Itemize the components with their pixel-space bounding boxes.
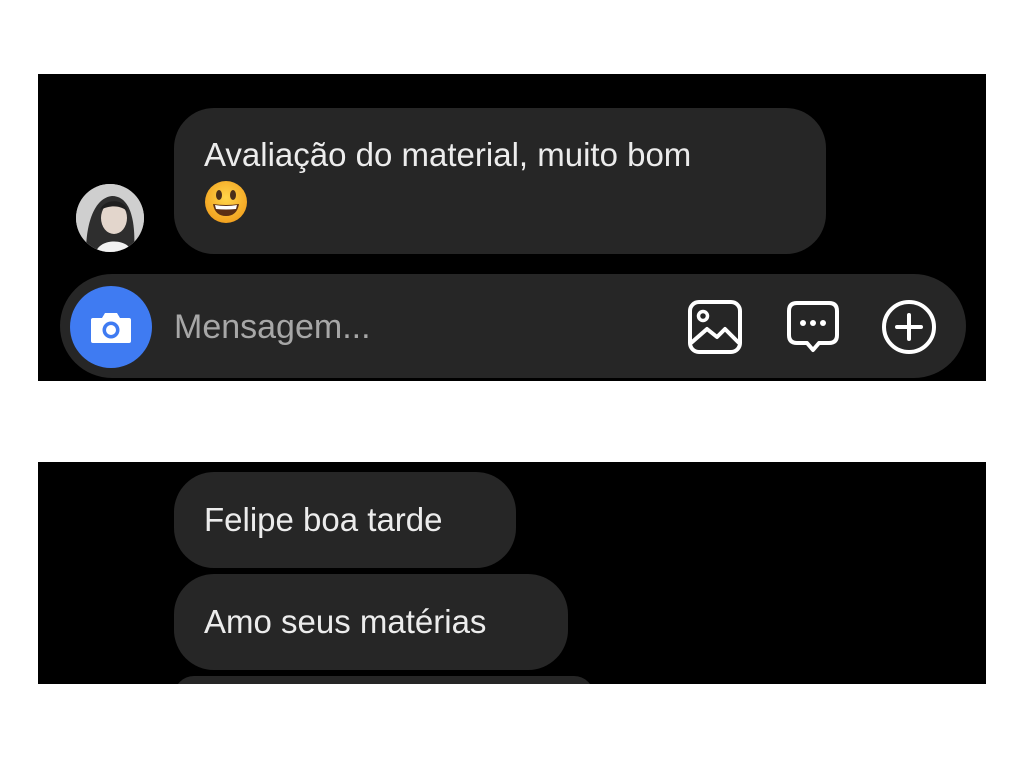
received-message-bubble[interactable]: Amo seus matérias <box>174 574 568 670</box>
received-message-bubble-cropped[interactable] <box>174 676 594 684</box>
plus-circle-icon <box>882 300 936 354</box>
sticker-button[interactable] <box>784 298 842 356</box>
message-input[interactable] <box>174 304 634 350</box>
sender-avatar[interactable] <box>76 184 144 252</box>
more-options-button[interactable] <box>880 298 938 356</box>
gallery-button[interactable] <box>686 298 744 356</box>
grinning-face-emoji-icon <box>204 180 248 224</box>
message-text: Felipe boa tarde <box>204 501 443 538</box>
camera-button[interactable] <box>70 286 152 368</box>
chat-panel-top: Avaliação do material, muito bom <box>38 74 986 381</box>
chat-bubble-dots-icon <box>787 301 839 352</box>
message-text: Amo seus matérias <box>204 603 487 640</box>
chat-panel-bottom: Felipe boa tarde Amo seus matérias <box>38 462 986 684</box>
camera-icon <box>91 313 131 343</box>
message-text: Avaliação do material, muito bom <box>204 136 692 173</box>
message-composer <box>60 274 966 378</box>
received-message-bubble[interactable]: Avaliação do material, muito bom <box>174 108 826 254</box>
image-icon <box>688 300 742 354</box>
received-message-bubble[interactable]: Felipe boa tarde <box>174 472 516 568</box>
